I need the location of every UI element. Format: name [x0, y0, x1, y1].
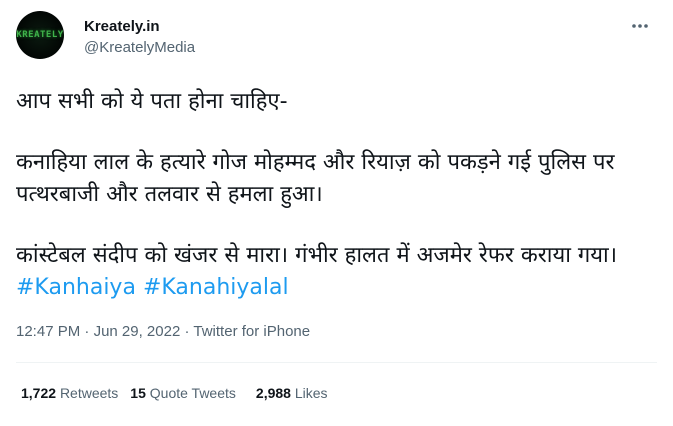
- more-options-button[interactable]: [626, 12, 654, 40]
- retweets-stat[interactable]: 1,722 Retweets: [21, 385, 118, 401]
- tweet-paragraph-intro: आप सभी को ये पता होना चाहिए-: [16, 89, 288, 114]
- meta-separator: ·: [184, 323, 190, 340]
- tweet-card: KREATELY Kreately.in @KreatelyMedia आप स…: [0, 0, 673, 426]
- retweets-label: Retweets: [59, 385, 119, 401]
- tweet-paragraph-3: कांस्टेबल संदीप को खंजर से मारा। गंभीर ह…: [16, 240, 661, 304]
- engagement-stats: 1,722 Retweets 15 Quote Tweets 2,988 Lik…: [21, 385, 328, 401]
- likes-stat[interactable]: 2,988 Likes: [256, 385, 328, 401]
- quote-tweets-stat[interactable]: 15 Quote Tweets: [130, 385, 236, 401]
- meta-separator: ·: [84, 323, 90, 340]
- more-horizontal-icon: [632, 24, 648, 28]
- hashtag-link[interactable]: #Kanhaiya: [16, 275, 136, 300]
- tweet-time[interactable]: 12:47 PM: [16, 323, 80, 340]
- likes-count: 2,988: [255, 385, 291, 401]
- avatar-logo-text: KREATELY: [16, 30, 64, 40]
- tweet-date[interactable]: Jun 29, 2022: [94, 323, 181, 340]
- author-handle[interactable]: @KreatelyMedia: [84, 39, 195, 56]
- quotes-label: Quote Tweets: [149, 385, 236, 401]
- author-display-name[interactable]: Kreately.in: [84, 18, 160, 35]
- divider: [16, 362, 657, 363]
- tweet-metadata: 12:47 PM · Jun 29, 2022 · Twitter for iP…: [16, 323, 310, 340]
- tweet-source[interactable]: Twitter for iPhone: [193, 323, 310, 340]
- retweets-count: 1,722: [21, 385, 57, 401]
- tweet-paragraph-3-text: कांस्टेबल संदीप को खंजर से मारा। गंभीर ह…: [16, 243, 618, 268]
- hashtag-link[interactable]: #Kanahiyalal: [143, 275, 289, 300]
- likes-label: Likes: [294, 385, 328, 401]
- quotes-count: 15: [130, 385, 146, 401]
- tweet-paragraph-2: कनाहिया लाल के हत्यारे गोज मोहम्मद और रि…: [16, 150, 615, 207]
- tweet-body: आप सभी को ये पता होना चाहिए- कनाहिया लाल…: [16, 86, 661, 304]
- avatar[interactable]: KREATELY: [16, 11, 64, 59]
